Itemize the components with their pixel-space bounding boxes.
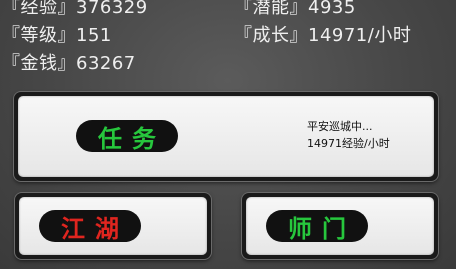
jianghu-panel[interactable]: 江湖 <box>15 193 211 259</box>
task-button-label: 任务 <box>98 123 166 153</box>
task-rate-line: 14971经验/小时 <box>307 137 390 150</box>
money-label: 『金钱』 <box>2 53 76 74</box>
jianghu-button[interactable]: 江湖 <box>39 210 141 243</box>
potential-value: 4935 <box>308 0 356 18</box>
growth-label: 『成长』 <box>234 25 308 46</box>
experience-stat: 『经验』376329 <box>2 0 148 19</box>
experience-value: 376329 <box>76 0 148 18</box>
jianghu-button-label: 江湖 <box>61 213 129 243</box>
level-label: 『等级』 <box>2 25 76 46</box>
shimen-button-label: 师门 <box>288 213 356 243</box>
task-button[interactable]: 任务 <box>76 120 178 153</box>
potential-stat: 『潜能』4935 <box>234 0 356 19</box>
potential-label: 『潜能』 <box>234 0 308 18</box>
shimen-button[interactable]: 师门 <box>266 210 368 243</box>
experience-label: 『经验』 <box>2 0 76 18</box>
growth-stat: 『成长』14971/小时 <box>234 25 411 47</box>
money-value: 63267 <box>76 53 136 74</box>
task-status-line: 平安巡城中... <box>307 120 373 133</box>
level-value: 151 <box>76 25 112 46</box>
task-status-text: 平安巡城中... 14971经验/小时 <box>307 118 390 152</box>
shimen-panel[interactable]: 师门 <box>242 193 438 259</box>
level-stat: 『等级』151 <box>2 25 112 47</box>
growth-value: 14971/小时 <box>308 25 412 46</box>
money-stat: 『金钱』63267 <box>2 53 136 75</box>
task-panel[interactable]: 任务 平安巡城中... 14971经验/小时 <box>14 92 438 181</box>
